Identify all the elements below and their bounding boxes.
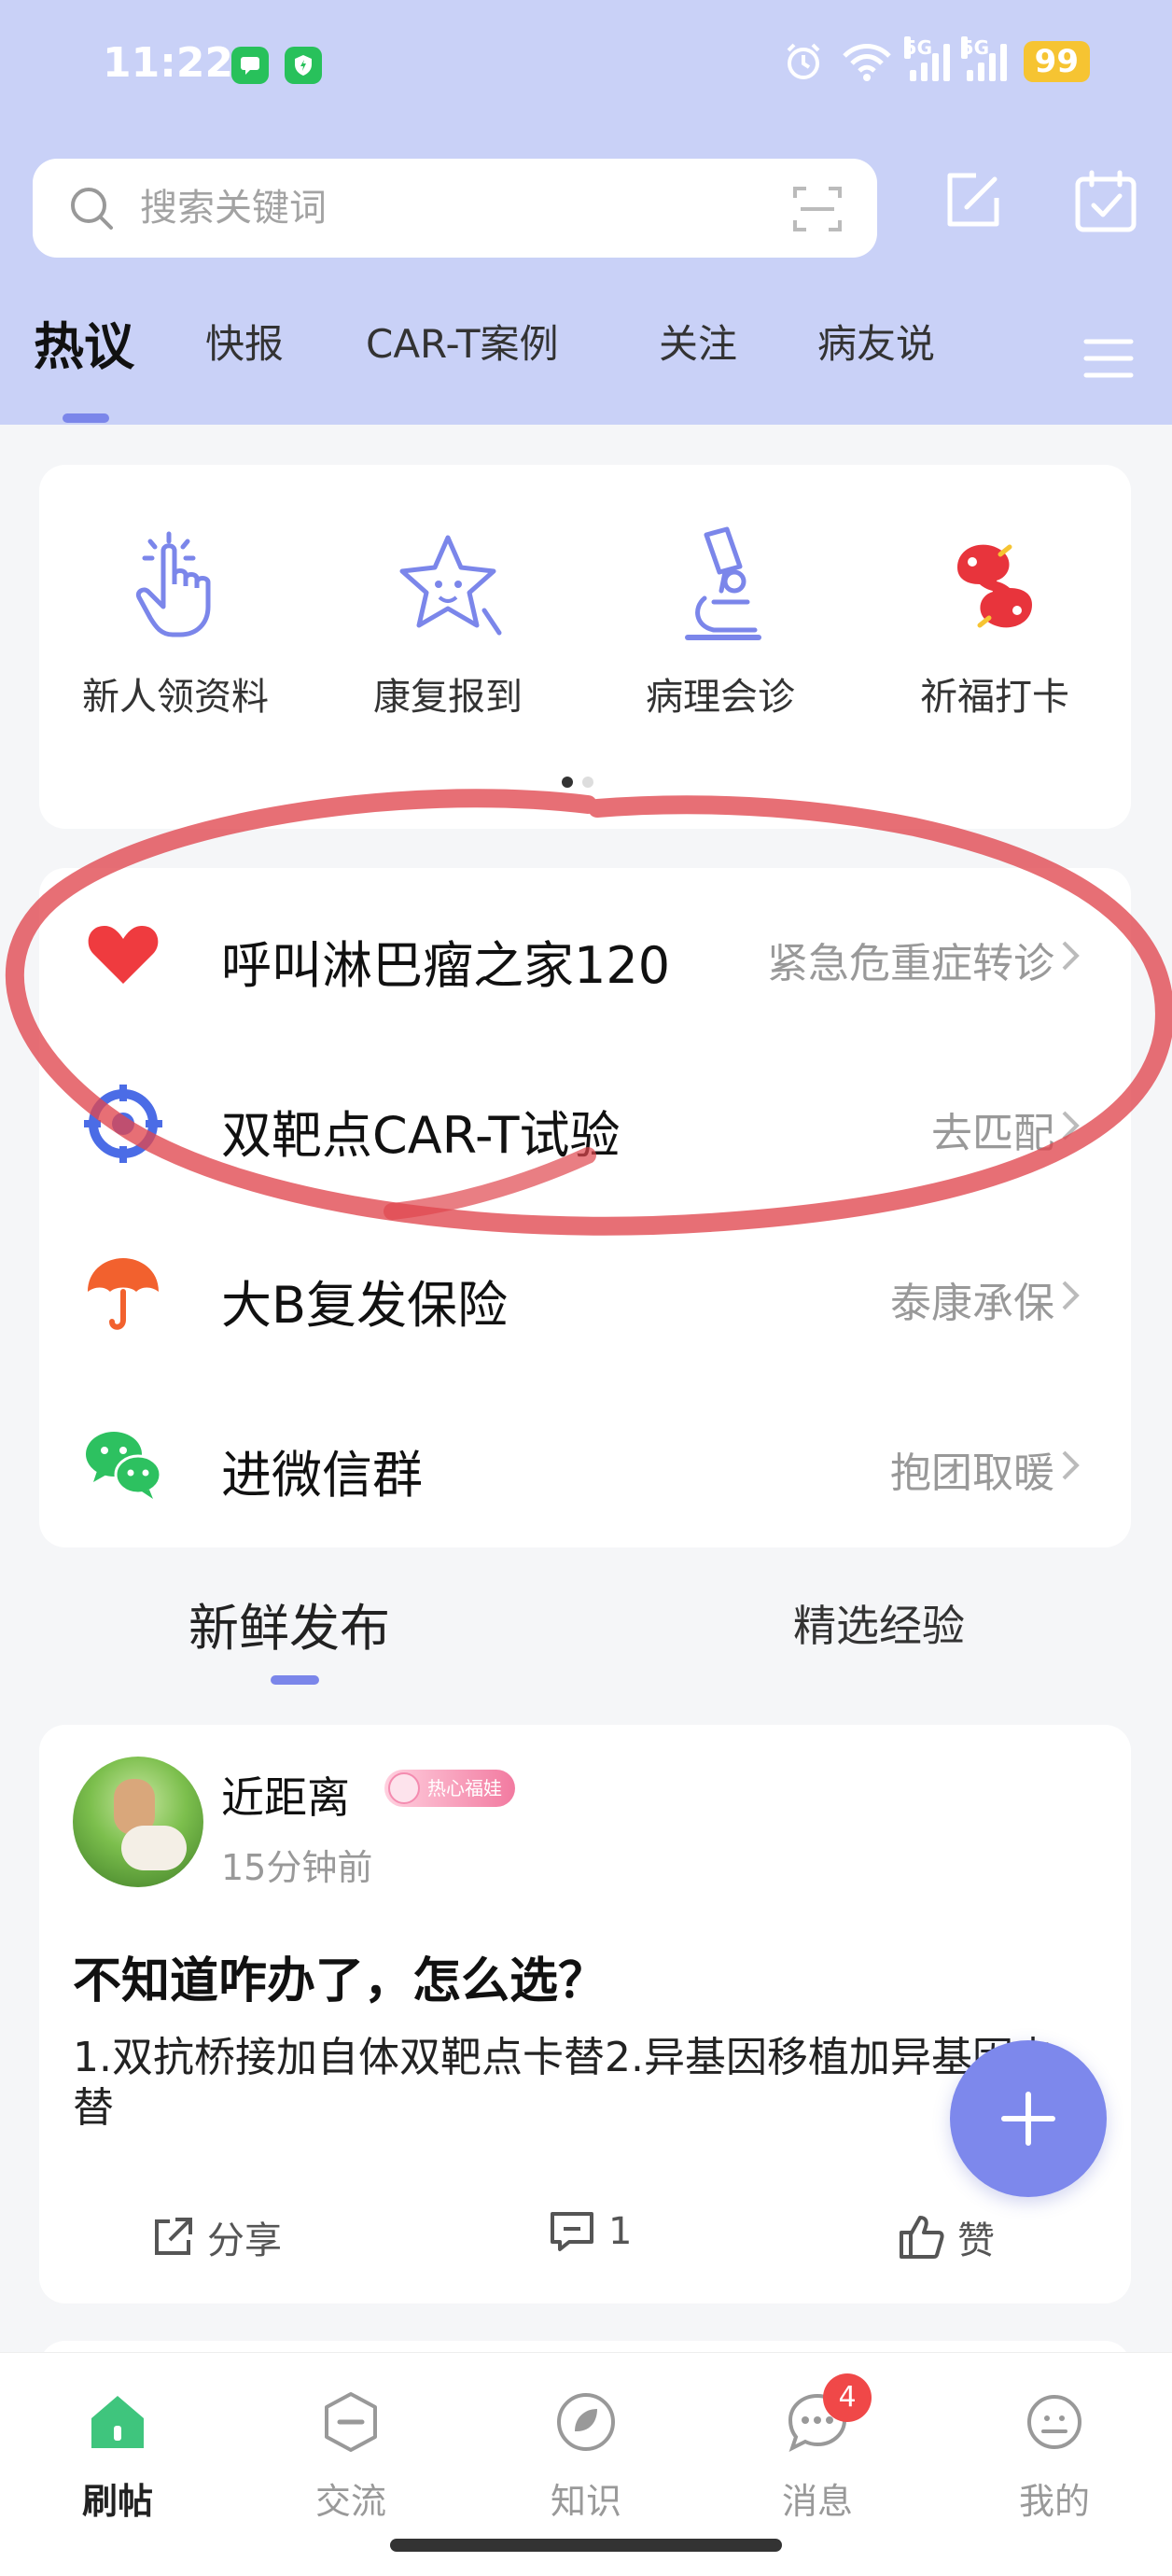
signal-strength-icon: 5G — [903, 36, 950, 81]
alarm-icon — [787, 43, 820, 79]
nav-knowledge[interactable]: 知识 — [511, 2383, 661, 2524]
comment-icon — [551, 2212, 593, 2251]
create-post-fab[interactable] — [950, 2040, 1107, 2197]
nav-exchange[interactable]: 交流 — [276, 2383, 426, 2524]
feed-tab-featured[interactable]: 精选经验 — [793, 1592, 965, 1654]
chevron-right-icon — [1062, 1450, 1080, 1480]
search-bar[interactable] — [33, 159, 877, 258]
unread-badge: 4 — [823, 2373, 872, 2422]
tab-news[interactable]: 快报 — [205, 313, 284, 370]
chat-minus-icon — [325, 2392, 377, 2452]
carousel-dots — [562, 777, 593, 788]
tab-car-t-cases[interactable]: CAR-T案例 — [366, 313, 559, 370]
post-time: 15分钟前 — [221, 1847, 373, 1888]
service-title: 呼叫淋巴瘤之家120 — [221, 936, 671, 995]
user-badge: 热心福娃 — [384, 1770, 515, 1807]
hand-tap-icon — [135, 531, 211, 637]
nav-profile[interactable]: 我的 — [980, 2383, 1129, 2524]
post-actions: 分享 1 赞 — [39, 2210, 1131, 2275]
status-time: 11:22 — [103, 39, 234, 87]
service-subtitle: 抱团取暖 — [890, 1449, 1054, 1497]
status-bar: 11:22 5G 5G 99 — [0, 28, 1172, 103]
quick-actions-card: 新人领资料 康复报到 病理会诊 祈福打卡 — [39, 465, 1131, 829]
service-title: 进微信群 — [221, 1446, 423, 1505]
tab-patient-stories[interactable]: 病友说 — [817, 313, 935, 370]
quick-action-label: 康复报到 — [373, 676, 523, 719]
avatar[interactable] — [73, 1757, 203, 1887]
badge-icon — [388, 1772, 420, 1804]
like-button[interactable]: 赞 — [898, 2210, 995, 2264]
menu-icon[interactable] — [1082, 336, 1135, 381]
quick-action-pathology-consult[interactable]: 病理会诊 — [599, 521, 842, 721]
quick-action-label: 病理会诊 — [646, 676, 795, 719]
profile-icon — [1027, 2395, 1081, 2449]
target-icon — [84, 1085, 162, 1163]
service-subtitle: 紧急危重症转诊 — [767, 940, 1054, 987]
search-icon — [71, 188, 113, 230]
battery-indicator: 99 — [1023, 41, 1090, 82]
share-button[interactable]: 分享 — [151, 2210, 282, 2264]
chevron-right-icon — [1062, 1281, 1080, 1310]
quick-action-label: 祈福打卡 — [920, 676, 1069, 719]
security-shield-icon — [285, 47, 322, 84]
share-icon — [155, 2218, 192, 2255]
tab-hot[interactable]: 热议 — [34, 305, 134, 379]
leaf-icon — [557, 2393, 615, 2451]
home-indicator — [390, 2539, 782, 2552]
service-item-emergency-referral[interactable]: 呼叫淋巴瘤之家120 紧急危重症转诊 — [39, 868, 1131, 1038]
service-title: 大B复发保险 — [221, 1276, 509, 1335]
edit-post-icon[interactable] — [942, 170, 1004, 231]
tab-active-indicator — [63, 413, 109, 423]
tab-following[interactable]: 关注 — [659, 313, 737, 370]
home-icon — [91, 2396, 144, 2448]
chevron-right-icon — [1062, 941, 1080, 971]
post-title: 不知道咋办了，怎么选？ — [73, 1953, 607, 2009]
service-title: 双靶点CAR-T试验 — [221, 1106, 621, 1165]
quick-action-recovery-checkin[interactable]: 康复报到 — [327, 521, 569, 721]
heart-icon — [88, 926, 159, 984]
comment-button[interactable]: 1 — [549, 2210, 632, 2253]
microscope-icon — [685, 526, 761, 640]
service-subtitle: 泰康承保 — [890, 1280, 1054, 1327]
signal-strength-icon-2: 5G — [960, 36, 1007, 81]
post-username[interactable]: 近距离 — [221, 1764, 350, 1826]
status-right-group: 5G 5G 99 — [783, 36, 1090, 82]
service-item-wechat-group[interactable]: 进微信群 抱团取暖 — [39, 1378, 1131, 1547]
thumbs-up-icon — [900, 2216, 944, 2259]
message-app-icon — [231, 47, 269, 84]
calendar-check-icon[interactable] — [1073, 170, 1138, 235]
wechat-icon — [86, 1432, 162, 1499]
umbrella-icon — [88, 1258, 159, 1330]
service-item-insurance[interactable]: 大B复发保险 泰康承保 — [39, 1208, 1131, 1378]
scan-icon[interactable] — [793, 185, 842, 233]
koi-fish-icon — [957, 544, 1032, 628]
post-card[interactable]: 近距离 热心福娃 15分钟前 不知道咋办了，怎么选？ 1.双抗桥接加自体双靶点卡… — [39, 1725, 1131, 2303]
category-tabs: 热议 快报 CAR-T案例 关注 病友说 — [0, 313, 1172, 415]
feed-tab-latest[interactable]: 新鲜发布 — [188, 1587, 390, 1660]
search-input[interactable] — [140, 181, 793, 235]
quick-action-label: 新人领资料 — [82, 676, 269, 719]
feed-tab-indicator — [271, 1675, 319, 1685]
service-subtitle: 去匹配 — [931, 1110, 1054, 1157]
plus-icon — [1001, 2092, 1055, 2146]
wifi-icon — [842, 44, 891, 81]
service-item-car-t-trial[interactable]: 双靶点CAR-T试验 去匹配 — [39, 1038, 1131, 1208]
star-face-icon — [399, 535, 502, 636]
quick-action-new-user-kit[interactable]: 新人领资料 — [54, 521, 297, 721]
post-body: 1.双抗桥接加自体双靶点卡替2.异基因移植加异基因卡替 — [73, 2034, 1054, 2132]
chevron-right-icon — [1062, 1111, 1080, 1141]
service-list-card: 呼叫淋巴瘤之家120 紧急危重症转诊 双靶点CAR-T试验 去匹配 大B复发保险… — [39, 868, 1131, 1547]
nav-home[interactable]: 刷帖 — [43, 2383, 192, 2524]
quick-action-blessing-checkin[interactable]: 祈福打卡 — [873, 521, 1116, 721]
nav-messages[interactable]: 4 消息 — [743, 2373, 892, 2524]
